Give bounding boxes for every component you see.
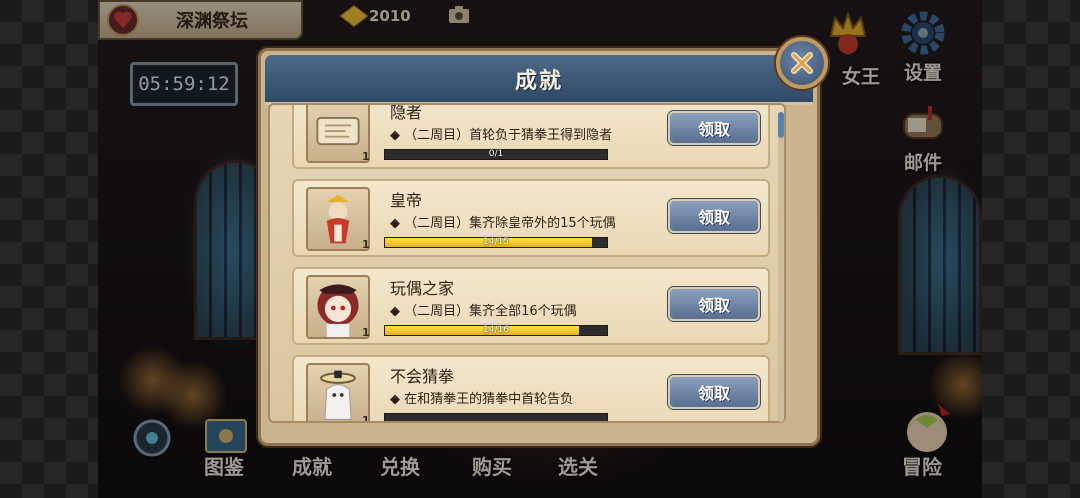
achievement-row: 1 不会猜拳 ◆ 在和猜拳王的猜拳中首轮告负 领取 bbox=[292, 355, 770, 423]
claim-button[interactable]: 领取 bbox=[668, 375, 760, 409]
claim-button[interactable]: 领取 bbox=[668, 111, 760, 145]
achievement-row: 1 玩偶之家 ◆ （二周目）集齐全部16个玩偶 14/16 领取 bbox=[292, 267, 770, 345]
achievement-desc: ◆ （二周目）集齐全部16个玩偶 bbox=[390, 304, 577, 319]
achievement-row: 1 皇帝 ◆ （二周目）集齐除皇帝外的15个玩偶 14/15 领取 bbox=[292, 179, 770, 257]
achievement-desc: ◆ （二周目）集齐除皇帝外的15个玩偶 bbox=[390, 216, 616, 231]
item-count: 1 bbox=[362, 326, 370, 339]
emperor-doll-icon bbox=[306, 187, 370, 251]
progress-bar bbox=[384, 413, 608, 421]
achievement-title: 皇帝 bbox=[390, 191, 423, 210]
close-button[interactable] bbox=[776, 37, 828, 89]
achievement-desc: ◆ 在和猜拳王的猜拳中首轮告负 bbox=[390, 392, 574, 407]
claim-button[interactable]: 领取 bbox=[668, 199, 760, 233]
item-count: 1 bbox=[362, 238, 370, 251]
progress-text: 0/1 bbox=[488, 149, 504, 159]
modal-header: 成就 bbox=[265, 55, 813, 105]
item-count: 1 bbox=[362, 414, 370, 423]
scroll-icon bbox=[306, 105, 370, 163]
doll-girl-icon bbox=[306, 275, 370, 339]
scroll-thumb[interactable] bbox=[778, 112, 784, 138]
letterbox-right bbox=[982, 0, 1080, 498]
close-x-icon bbox=[791, 52, 813, 74]
achievement-desc: ◆ （二周目）首轮负于猜拳王得到隐者 bbox=[390, 128, 613, 143]
ghost-doll-icon bbox=[306, 363, 370, 421]
letterbox-left bbox=[0, 0, 98, 498]
achievement-list[interactable]: 1 隐者 ◆ （二周目）首轮负于猜拳王得到隐者 0/1 领取 1 皇帝 ◆ （二… bbox=[268, 103, 786, 423]
achievement-title: 不会猜拳 bbox=[390, 367, 455, 386]
progress-bar: 14/15 bbox=[384, 237, 608, 248]
progress-bar: 0/1 bbox=[384, 149, 608, 160]
list-scrollbar[interactable] bbox=[778, 112, 784, 422]
progress-text: 14/15 bbox=[483, 237, 509, 247]
item-count: 1 bbox=[362, 150, 370, 163]
achievement-row: 1 隐者 ◆ （二周目）首轮负于猜拳王得到隐者 0/1 领取 bbox=[292, 103, 770, 169]
progress-text: 14/16 bbox=[483, 325, 509, 335]
achievement-title: 玩偶之家 bbox=[390, 279, 455, 298]
claim-button[interactable]: 领取 bbox=[668, 287, 760, 321]
progress-bar: 14/16 bbox=[384, 325, 608, 336]
achievement-title: 隐者 bbox=[390, 103, 423, 122]
modal-title: 成就 bbox=[514, 68, 563, 94]
